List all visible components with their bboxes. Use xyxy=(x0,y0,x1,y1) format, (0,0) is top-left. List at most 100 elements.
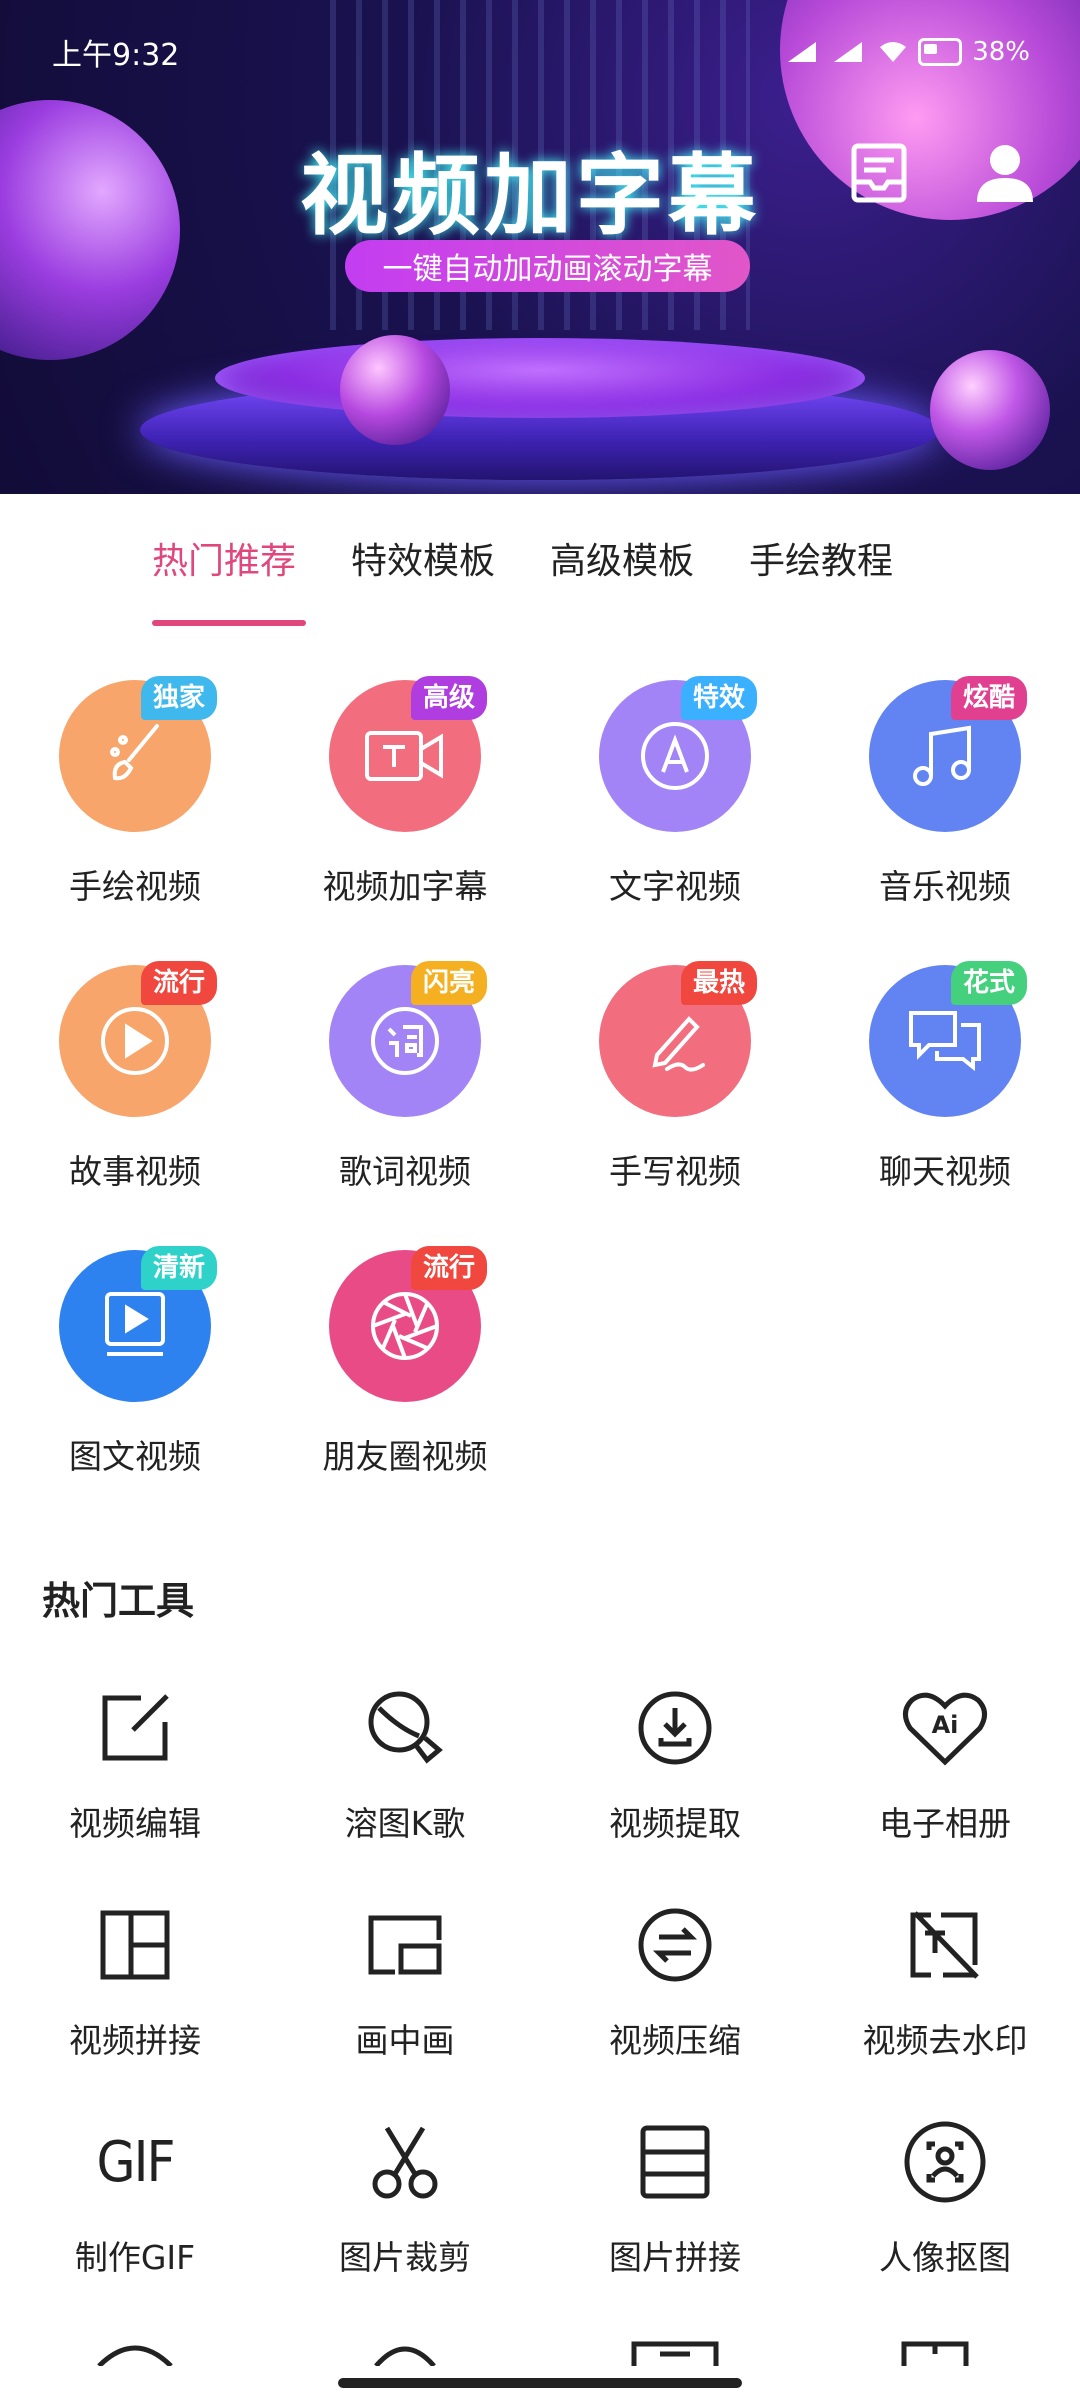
user-icon xyxy=(977,145,1033,202)
remove-watermark-icon xyxy=(910,1911,979,1979)
battery-icon xyxy=(918,38,963,66)
feature-label: 手写视频 xyxy=(609,1152,741,1191)
badge: 炫酷 xyxy=(951,676,1028,720)
image-stitch-icon xyxy=(640,2125,710,2199)
tab-tutorial[interactable]: 手绘教程 xyxy=(749,532,893,584)
badge: 高级 xyxy=(411,676,488,720)
tool-label: 视频编辑 xyxy=(69,1804,201,1843)
feature-icon-circle: 特效 xyxy=(599,676,758,832)
tool-label: 画中画 xyxy=(355,2021,455,2060)
badge: 闪亮 xyxy=(411,961,488,1005)
wifi-icon xyxy=(880,42,907,62)
tool-label: 视频压缩 xyxy=(609,2021,741,2060)
banner-subtitle: 一键自动加动画滚动字幕 xyxy=(345,240,750,292)
tab-effects[interactable]: 特效模板 xyxy=(351,532,495,584)
feature-label: 故事视频 xyxy=(69,1152,201,1191)
tool-remove-watermark[interactable]: 视频去水印 xyxy=(810,1900,1080,2062)
badge: 清新 xyxy=(141,1246,218,1290)
portrait-cutout-icon xyxy=(904,2121,986,2203)
banner[interactable]: 上午9:32 38% 视频加字幕 一键自动加动画滚动字幕 xyxy=(0,0,1080,494)
feature-music-video[interactable]: 炫酷 音乐视频 xyxy=(810,676,1080,908)
feature-handwriting-video[interactable]: 最热 手写视频 xyxy=(540,961,810,1193)
tab-bar: 热门推荐 特效模板 高级模板 手绘教程 xyxy=(152,532,893,584)
tool-karaoke[interactable]: 溶图K歌 xyxy=(270,1683,540,1845)
feature-icon-circle: 炫酷 xyxy=(869,676,1028,832)
badge: 独家 xyxy=(141,676,218,720)
download-icon xyxy=(638,1691,712,1765)
scissors-icon xyxy=(372,2126,438,2199)
status-time: 上午9:32 xyxy=(52,38,180,73)
tool-label: 视频拼接 xyxy=(69,2021,201,2060)
badge: 流行 xyxy=(411,1246,488,1290)
partial-box-icon xyxy=(901,2341,969,2366)
feature-story-video[interactable]: 流行 故事视频 xyxy=(0,961,270,1193)
music-note-icon xyxy=(913,725,971,786)
feature-text-video[interactable]: 特效 文字视频 xyxy=(540,676,810,908)
feature-image-text-video[interactable]: 清新 图文视频 xyxy=(0,1246,270,1478)
badge: 特效 xyxy=(681,676,758,720)
aperture-icon xyxy=(371,1292,439,1360)
pip-icon xyxy=(368,1915,442,1975)
feature-icon-circle: 流行 xyxy=(329,1246,488,1402)
tool-label: 人像抠图 xyxy=(879,2238,1011,2277)
feature-label: 手绘视频 xyxy=(69,867,201,906)
tool-label: 制作GIF xyxy=(74,2238,196,2277)
badge: 花式 xyxy=(951,961,1028,1005)
video-text-icon xyxy=(365,731,443,781)
banner-orb xyxy=(930,350,1050,470)
tool-label: 溶图K歌 xyxy=(344,1804,466,1843)
tab-hot[interactable]: 热门推荐 xyxy=(152,532,296,584)
tool-image-crop[interactable]: 图片裁剪 xyxy=(270,2117,540,2279)
banner-title: 视频加字幕 xyxy=(300,144,761,247)
feature-icon-circle: 花式 xyxy=(869,961,1028,1117)
battery-percent: 38% xyxy=(972,37,1030,67)
section-title-hot-tools: 热门工具 xyxy=(42,1579,195,1623)
feature-hand-drawn-video[interactable]: 独家 手绘视频 xyxy=(0,676,270,908)
home-indicator[interactable] xyxy=(338,2378,742,2388)
next-row-peek xyxy=(0,2336,1080,2366)
play-icon xyxy=(101,1007,169,1075)
letter-a-icon xyxy=(641,722,709,790)
status-bar: 上午9:32 38% xyxy=(52,30,1030,74)
tool-make-gif[interactable]: GIF 制作GIF xyxy=(0,2117,270,2279)
feature-video-subtitle[interactable]: 高级 视频加字幕 xyxy=(270,676,540,908)
compress-icon xyxy=(638,1908,712,1982)
profile-button[interactable] xyxy=(972,140,1038,206)
inbox-icon xyxy=(851,143,907,203)
image-text-icon xyxy=(105,1292,165,1356)
feature-icon-circle: 独家 xyxy=(59,676,218,832)
tab-active-indicator xyxy=(152,620,306,626)
ai-icon-text: Ai xyxy=(931,1711,959,1739)
partial-circle-icon xyxy=(97,2345,173,2366)
tool-video-extract[interactable]: 视频提取 xyxy=(540,1683,810,1845)
tool-label: 图片拼接 xyxy=(609,2238,741,2277)
tool-e-album[interactable]: Ai 电子相册 xyxy=(810,1683,1080,1845)
tab-advanced[interactable]: 高级模板 xyxy=(550,532,694,584)
tool-picture-in-picture[interactable]: 画中画 xyxy=(270,1900,540,2062)
partial-box-icon xyxy=(631,2341,719,2366)
feature-lyric-video[interactable]: 闪亮 歌词视频 xyxy=(270,961,540,1193)
tool-label: 电子相册 xyxy=(879,1804,1011,1843)
feature-moments-video[interactable]: 流行 朋友圈视频 xyxy=(270,1246,540,1478)
pen-icon xyxy=(652,1016,705,1072)
layout-icon xyxy=(100,1910,170,1980)
feature-label: 视频加字幕 xyxy=(322,867,488,906)
tool-label: 视频去水印 xyxy=(862,2021,1028,2060)
tool-label: 图片裁剪 xyxy=(339,2238,471,2277)
tool-video-edit[interactable]: 视频编辑 xyxy=(0,1683,270,1845)
tool-video-merge[interactable]: 视频拼接 xyxy=(0,1900,270,2062)
badge: 流行 xyxy=(141,961,218,1005)
feature-label: 聊天视频 xyxy=(879,1152,1011,1191)
tool-video-compress[interactable]: 视频压缩 xyxy=(540,1900,810,2062)
feature-icon-circle: 高级 xyxy=(329,676,488,832)
tool-image-stitch[interactable]: 图片拼接 xyxy=(540,2117,810,2279)
feature-label: 图文视频 xyxy=(69,1437,201,1476)
feature-label: 音乐视频 xyxy=(879,867,1011,906)
feature-label: 朋友圈视频 xyxy=(322,1437,488,1476)
tool-portrait-cutout[interactable]: 人像抠图 xyxy=(810,2117,1080,2279)
karaoke-icon xyxy=(368,1691,443,1764)
inbox-button[interactable] xyxy=(846,140,912,206)
lyric-icon xyxy=(371,1007,439,1075)
tool-label: 视频提取 xyxy=(609,1804,741,1843)
feature-chat-video[interactable]: 花式 聊天视频 xyxy=(810,961,1080,1193)
